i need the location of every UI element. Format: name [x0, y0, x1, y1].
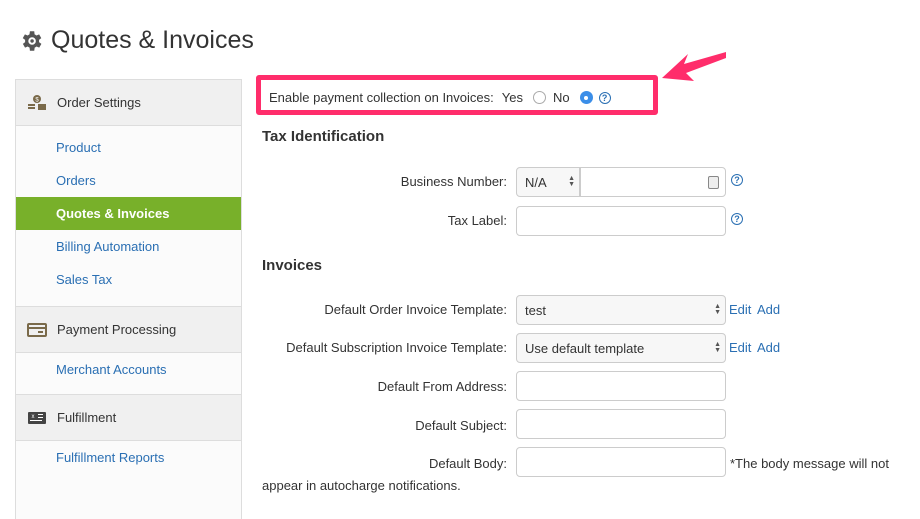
body-note-line1: *The body message will not [730, 456, 889, 471]
sidebar-item-orders[interactable]: Orders [16, 164, 241, 197]
body-input[interactable] [516, 447, 726, 477]
body-label: Default Body: [428, 456, 507, 471]
gear-icon [22, 30, 42, 51]
subscription-template-label: Default Subscription Invoice Template: [286, 340, 507, 355]
sidebar-header-label: Order Settings [57, 95, 141, 110]
business-number-type-value: N/A [525, 174, 547, 190]
business-number-type-select[interactable]: N/A ▲ ▼ [516, 167, 580, 197]
yes-radio[interactable] [532, 91, 546, 104]
from-address-label: Default From Address: [377, 379, 507, 394]
sidebar-group-payment-processing: Merchant Accounts [16, 353, 241, 395]
from-address-input[interactable] [516, 371, 726, 401]
tax-label-label: Tax Label: [447, 213, 507, 228]
tax-label-help-icon[interactable]: ? [731, 213, 743, 225]
fulfillment-icon: x [27, 410, 47, 426]
subscription-template-value: Use default template [525, 340, 645, 356]
sidebar-header-payment-processing[interactable]: Payment Processing [16, 307, 241, 353]
page-title-text: Quotes & Invoices [51, 26, 254, 54]
business-number-label: Business Number: [400, 174, 507, 189]
select-arrows-icon: ▲ ▼ [568, 175, 575, 188]
subject-input[interactable] [516, 409, 726, 439]
sidebar-header-label: Payment Processing [57, 322, 177, 337]
no-label: No [552, 90, 570, 105]
sidebar-header-order-settings[interactable]: $ Order Settings [16, 80, 241, 126]
sidebar-header-label: Fulfillment [57, 410, 117, 425]
enable-payment-label: Enable payment collection on Invoices: [269, 90, 494, 105]
subscription-template-select[interactable]: Use default template ▲ ▼ [516, 333, 726, 363]
invoices-title: Invoices [262, 257, 323, 274]
order-template-label: Default Order Invoice Template: [324, 302, 507, 317]
subscription-template-edit-link[interactable]: Edit [729, 340, 751, 355]
subscription-template-add-link[interactable]: Add [757, 340, 780, 355]
order-template-edit-link[interactable]: Edit [729, 302, 751, 317]
svg-text:x: x [32, 414, 35, 420]
credit-card-icon [27, 322, 47, 338]
sidebar-item-product[interactable]: Product [16, 131, 241, 164]
sidebar-item-billing-automation[interactable]: Billing Automation [16, 230, 241, 263]
tax-label-input[interactable] [516, 206, 726, 236]
sidebar-item-quotes-invoices[interactable]: Quotes & Invoices [16, 197, 241, 230]
no-radio[interactable] [579, 91, 593, 104]
sidebar-group-order-settings: Product Orders Quotes & Invoices Billing… [16, 126, 241, 307]
sidebar-header-fulfillment[interactable]: x Fulfillment [16, 395, 241, 441]
order-template-add-link[interactable]: Add [757, 302, 780, 317]
sidebar-item-sales-tax[interactable]: Sales Tax [16, 263, 241, 296]
sidebar-item-merchant-accounts[interactable]: Merchant Accounts [16, 353, 241, 386]
sidebar-group-fulfillment: Fulfillment Reports [16, 441, 241, 474]
contact-card-icon [708, 176, 719, 189]
enable-payment-row: Enable payment collection on Invoices: Y… [269, 90, 611, 105]
business-number-help-icon[interactable]: ? [731, 174, 743, 186]
order-template-value: test [525, 302, 546, 318]
money-stack-icon: $ [27, 94, 47, 111]
page-title: Quotes & Invoices [18, 26, 254, 55]
sidebar-item-fulfillment-reports[interactable]: Fulfillment Reports [16, 441, 241, 474]
body-note-line2: appear in autocharge notifications. [262, 478, 461, 493]
business-number-input[interactable] [580, 167, 726, 197]
tax-identification-title: Tax Identification [262, 128, 385, 145]
yes-label: Yes [501, 90, 523, 105]
help-icon[interactable]: ? [598, 91, 611, 104]
select-arrows-icon: ▲ ▼ [714, 341, 721, 354]
order-template-select[interactable]: test ▲ ▼ [516, 295, 726, 325]
sidebar: $ Order Settings Product Orders Quotes &… [15, 79, 242, 519]
subject-label: Default Subject: [415, 418, 507, 433]
select-arrows-icon: ▲ ▼ [714, 303, 721, 316]
pointer-arrow-icon [662, 52, 726, 81]
